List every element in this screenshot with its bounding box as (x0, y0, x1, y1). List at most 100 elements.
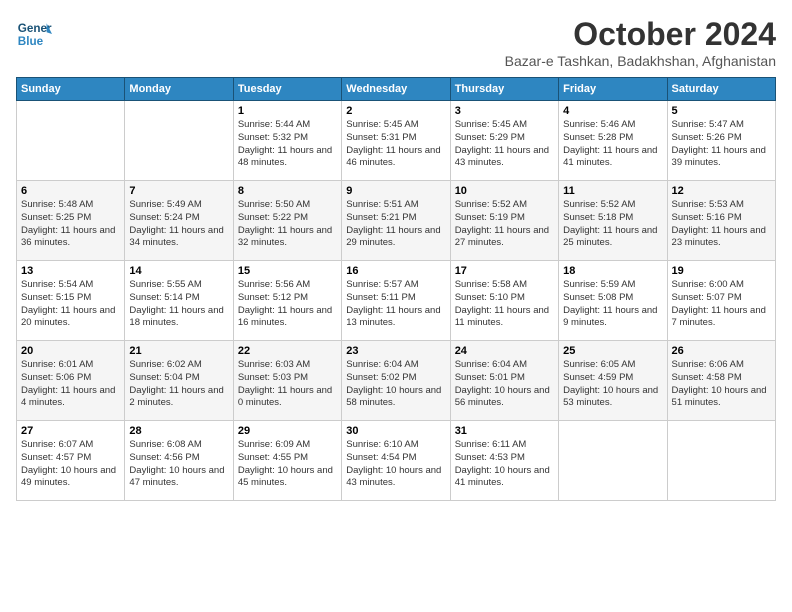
col-header-tuesday: Tuesday (233, 78, 341, 101)
day-info: Sunrise: 6:09 AMSunset: 4:55 PMDaylight:… (238, 439, 337, 490)
day-number: 11 (563, 185, 662, 197)
day-number: 24 (455, 345, 554, 357)
day-cell: 10 Sunrise: 5:52 AMSunset: 5:19 PMDayligh… (450, 181, 558, 261)
day-number: 10 (455, 185, 554, 197)
day-number: 6 (21, 185, 120, 197)
day-info: Sunrise: 6:04 AMSunset: 5:02 PMDaylight:… (346, 359, 445, 410)
day-cell (559, 421, 667, 501)
day-number: 14 (129, 265, 228, 277)
day-cell: 26Sunrise: 6:06 AMSunset: 4:58 PMDayligh… (667, 341, 775, 421)
day-info: Sunrise: 6:04 AMSunset: 5:01 PMDaylight:… (455, 359, 554, 410)
day-number: 19 (672, 265, 771, 277)
day-info: Sunrise: 6:01 AMSunset: 5:06 PMDaylight:… (21, 359, 120, 410)
title-area: October 2024 Bazar-e Tashkan, Badakhshan… (505, 16, 776, 69)
day-cell: 16Sunrise: 5:57 AMSunset: 5:11 PMDayligh… (342, 261, 450, 341)
day-info: Sunrise: 5:45 AMSunset: 5:29 PMDaylight:… (455, 119, 554, 170)
month-title: October 2024 (505, 16, 776, 53)
day-cell: 2 Sunrise: 5:45 AMSunset: 5:31 PMDaylight… (342, 101, 450, 181)
day-number: 16 (346, 265, 445, 277)
day-info: Sunrise: 5:52 AMSunset: 5:19 PMDaylight:… (455, 199, 554, 250)
day-number: 23 (346, 345, 445, 357)
day-number: 1 (238, 105, 337, 117)
day-number: 29 (238, 425, 337, 437)
day-cell: 7 Sunrise: 5:49 AMSunset: 5:24 PMDaylight… (125, 181, 233, 261)
day-info: Sunrise: 6:00 AMSunset: 5:07 PMDaylight:… (672, 279, 771, 330)
day-info: Sunrise: 5:48 AMSunset: 5:25 PMDaylight:… (21, 199, 120, 250)
logo-icon: General Blue (16, 16, 52, 52)
day-cell: 18 Sunrise: 5:59 AMSunset: 5:08 PMDayligh… (559, 261, 667, 341)
col-header-monday: Monday (125, 78, 233, 101)
day-cell: 5Sunrise: 5:47 AMSunset: 5:26 PMDaylight… (667, 101, 775, 181)
day-number: 13 (21, 265, 120, 277)
day-cell: 6 Sunrise: 5:48 AMSunset: 5:25 PMDaylight… (17, 181, 125, 261)
week-row-1: 1 Sunrise: 5:44 AMSunset: 5:32 PMDaylight… (17, 101, 776, 181)
day-number: 9 (346, 185, 445, 197)
day-number: 25 (563, 345, 662, 357)
day-number: 2 (346, 105, 445, 117)
day-number: 17 (455, 265, 554, 277)
day-info: Sunrise: 5:44 AMSunset: 5:32 PMDaylight:… (238, 119, 337, 170)
col-header-thursday: Thursday (450, 78, 558, 101)
day-cell: 25 Sunrise: 6:05 AMSunset: 4:59 PMDayligh… (559, 341, 667, 421)
day-number: 12 (672, 185, 771, 197)
day-info: Sunrise: 6:02 AMSunset: 5:04 PMDaylight:… (129, 359, 228, 410)
day-cell: 22 Sunrise: 6:03 AMSunset: 5:03 PMDayligh… (233, 341, 341, 421)
day-cell: 21 Sunrise: 6:02 AMSunset: 5:04 PMDayligh… (125, 341, 233, 421)
col-header-sunday: Sunday (17, 78, 125, 101)
day-cell: 12Sunrise: 5:53 AMSunset: 5:16 PMDayligh… (667, 181, 775, 261)
day-cell: 8 Sunrise: 5:50 AMSunset: 5:22 PMDaylight… (233, 181, 341, 261)
day-number: 27 (21, 425, 120, 437)
calendar-table: SundayMondayTuesdayWednesdayThursdayFrid… (16, 77, 776, 501)
day-info: Sunrise: 6:03 AMSunset: 5:03 PMDaylight:… (238, 359, 337, 410)
col-header-saturday: Saturday (667, 78, 775, 101)
day-cell: 31 Sunrise: 6:11 AMSunset: 4:53 PMDayligh… (450, 421, 558, 501)
svg-text:Blue: Blue (18, 35, 44, 48)
day-cell: 27Sunrise: 6:07 AMSunset: 4:57 PMDayligh… (17, 421, 125, 501)
day-info: Sunrise: 5:46 AMSunset: 5:28 PMDaylight:… (563, 119, 662, 170)
day-cell: 3Sunrise: 5:45 AMSunset: 5:29 PMDaylight… (450, 101, 558, 181)
day-cell: 24 Sunrise: 6:04 AMSunset: 5:01 PMDayligh… (450, 341, 558, 421)
day-cell: 20 Sunrise: 6:01 AMSunset: 5:06 PMDayligh… (17, 341, 125, 421)
col-header-wednesday: Wednesday (342, 78, 450, 101)
day-info: Sunrise: 5:56 AMSunset: 5:12 PMDaylight:… (238, 279, 337, 330)
day-number: 28 (129, 425, 228, 437)
week-row-4: 20 Sunrise: 6:01 AMSunset: 5:06 PMDayligh… (17, 341, 776, 421)
day-cell: 9 Sunrise: 5:51 AMSunset: 5:21 PMDaylight… (342, 181, 450, 261)
day-info: Sunrise: 6:10 AMSunset: 4:54 PMDaylight:… (346, 439, 445, 490)
day-cell: 1 Sunrise: 5:44 AMSunset: 5:32 PMDaylight… (233, 101, 341, 181)
day-info: Sunrise: 5:49 AMSunset: 5:24 PMDaylight:… (129, 199, 228, 250)
day-info: Sunrise: 6:06 AMSunset: 4:58 PMDaylight:… (672, 359, 771, 410)
day-cell: 17Sunrise: 5:58 AMSunset: 5:10 PMDayligh… (450, 261, 558, 341)
day-cell: 29 Sunrise: 6:09 AMSunset: 4:55 PMDayligh… (233, 421, 341, 501)
logo: General Blue (16, 16, 56, 52)
day-cell (667, 421, 775, 501)
day-cell: 11Sunrise: 5:52 AMSunset: 5:18 PMDayligh… (559, 181, 667, 261)
day-info: Sunrise: 5:59 AMSunset: 5:08 PMDaylight:… (563, 279, 662, 330)
week-row-2: 6 Sunrise: 5:48 AMSunset: 5:25 PMDaylight… (17, 181, 776, 261)
day-info: Sunrise: 5:47 AMSunset: 5:26 PMDaylight:… (672, 119, 771, 170)
day-number: 31 (455, 425, 554, 437)
day-cell: 28 Sunrise: 6:08 AMSunset: 4:56 PMDayligh… (125, 421, 233, 501)
day-cell: 30 Sunrise: 6:10 AMSunset: 4:54 PMDayligh… (342, 421, 450, 501)
day-info: Sunrise: 6:05 AMSunset: 4:59 PMDaylight:… (563, 359, 662, 410)
day-info: Sunrise: 5:51 AMSunset: 5:21 PMDaylight:… (346, 199, 445, 250)
day-number: 21 (129, 345, 228, 357)
day-info: Sunrise: 6:11 AMSunset: 4:53 PMDaylight:… (455, 439, 554, 490)
day-info: Sunrise: 5:45 AMSunset: 5:31 PMDaylight:… (346, 119, 445, 170)
day-cell: 23 Sunrise: 6:04 AMSunset: 5:02 PMDayligh… (342, 341, 450, 421)
day-number: 7 (129, 185, 228, 197)
day-info: Sunrise: 5:50 AMSunset: 5:22 PMDaylight:… (238, 199, 337, 250)
day-number: 18 (563, 265, 662, 277)
day-number: 15 (238, 265, 337, 277)
location: Bazar-e Tashkan, Badakhshan, Afghanistan (505, 53, 776, 69)
day-cell: 14 Sunrise: 5:55 AMSunset: 5:14 PMDayligh… (125, 261, 233, 341)
day-cell: 19 Sunrise: 6:00 AMSunset: 5:07 PMDayligh… (667, 261, 775, 341)
day-number: 20 (21, 345, 120, 357)
day-number: 30 (346, 425, 445, 437)
day-cell: 15 Sunrise: 5:56 AMSunset: 5:12 PMDayligh… (233, 261, 341, 341)
day-number: 22 (238, 345, 337, 357)
col-header-friday: Friday (559, 78, 667, 101)
day-info: Sunrise: 5:55 AMSunset: 5:14 PMDaylight:… (129, 279, 228, 330)
day-number: 8 (238, 185, 337, 197)
day-info: Sunrise: 6:08 AMSunset: 4:56 PMDaylight:… (129, 439, 228, 490)
